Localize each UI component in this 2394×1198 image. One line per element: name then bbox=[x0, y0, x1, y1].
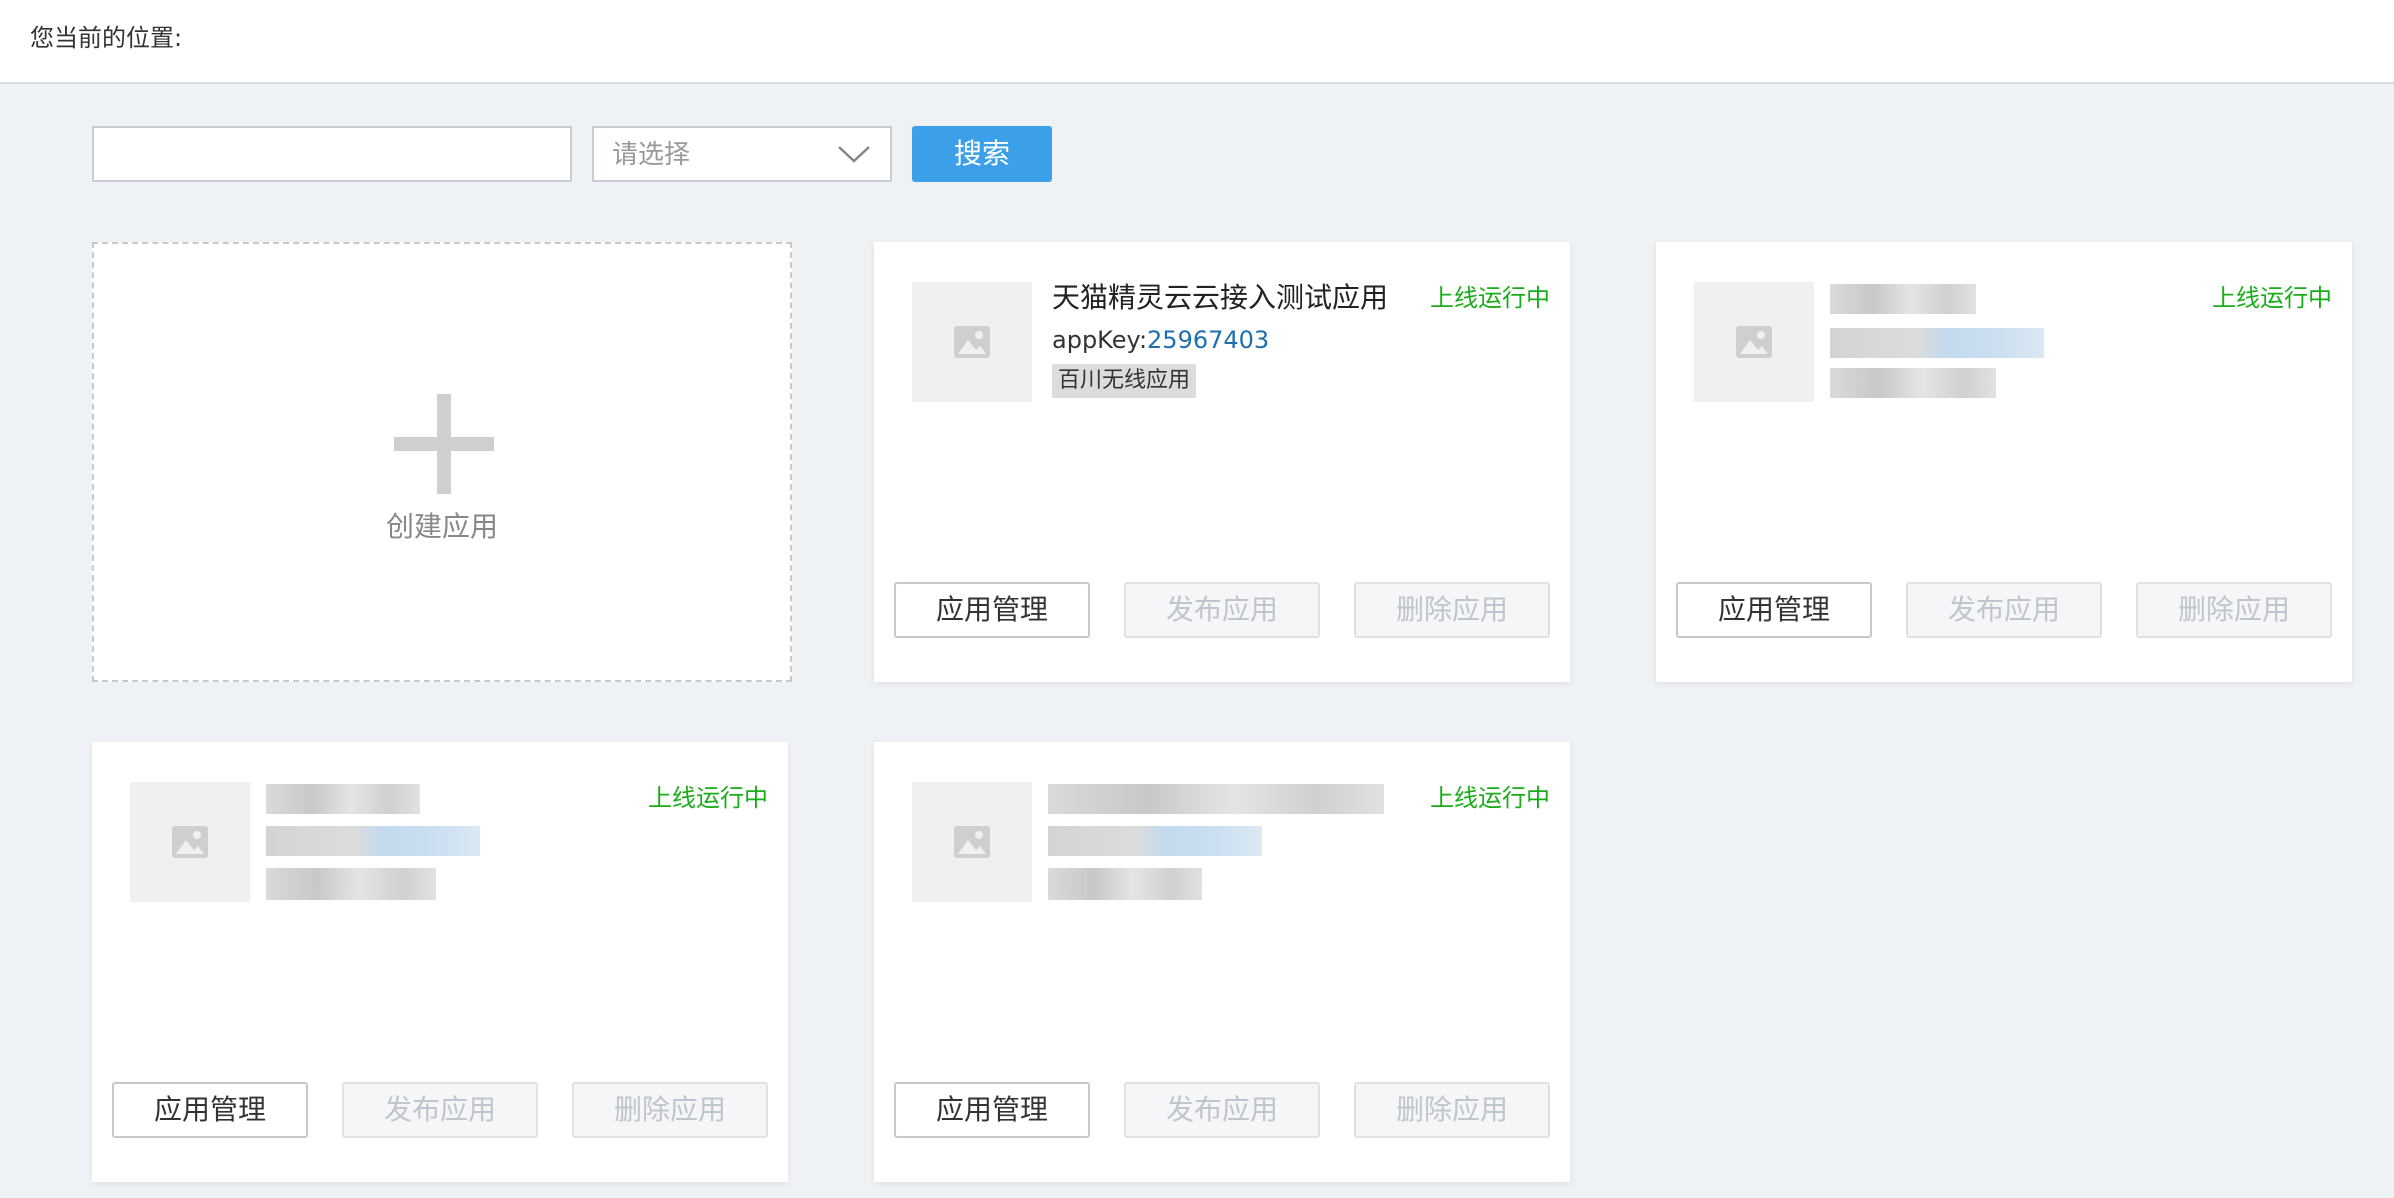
app-card: 上线运行中 应用管理 发布应用 删除应用 bbox=[874, 742, 1570, 1182]
app-card: 天猫精灵云云接入测试应用 appKey:25967403 百川无线应用 上线运行… bbox=[874, 242, 1570, 682]
status-badge: 上线运行中 bbox=[1430, 284, 1550, 312]
create-app-label: 创建应用 bbox=[385, 510, 498, 543]
app-thumbnail bbox=[1694, 282, 1814, 402]
app-key-label: appKey: bbox=[1052, 326, 1148, 354]
image-placeholder-icon bbox=[172, 826, 208, 858]
status-badge: 上线运行中 bbox=[1430, 784, 1550, 812]
publish-app-button[interactable]: 发布应用 bbox=[342, 1082, 538, 1138]
app-card: 上线运行中 应用管理 发布应用 删除应用 bbox=[92, 742, 788, 1182]
redacted-app-name bbox=[266, 784, 420, 814]
image-placeholder-icon bbox=[954, 826, 990, 858]
search-input[interactable] bbox=[92, 126, 572, 182]
manage-app-button[interactable]: 应用管理 bbox=[894, 582, 1090, 638]
redacted-app-name bbox=[1048, 784, 1384, 814]
category-select[interactable]: 请选择 bbox=[592, 126, 892, 182]
top-bar: 您当前的位置: bbox=[0, 0, 2394, 84]
image-placeholder-icon bbox=[954, 326, 990, 358]
plus-icon bbox=[394, 437, 494, 451]
redacted-app-key bbox=[266, 826, 480, 856]
delete-app-button[interactable]: 删除应用 bbox=[572, 1082, 768, 1138]
redacted-app-name bbox=[1830, 284, 1976, 314]
app-thumbnail bbox=[912, 782, 1032, 902]
search-button[interactable]: 搜索 bbox=[912, 126, 1052, 182]
redacted-app-key bbox=[1830, 328, 2044, 358]
delete-app-button[interactable]: 删除应用 bbox=[2136, 582, 2332, 638]
publish-app-button[interactable]: 发布应用 bbox=[1124, 1082, 1320, 1138]
delete-app-button[interactable]: 删除应用 bbox=[1354, 582, 1550, 638]
redacted-app-tag bbox=[266, 868, 436, 900]
app-key: appKey:25967403 bbox=[1052, 324, 1269, 356]
app-name: 天猫精灵云云接入测试应用 bbox=[1052, 281, 1389, 314]
status-badge: 上线运行中 bbox=[2212, 284, 2332, 312]
manage-app-button[interactable]: 应用管理 bbox=[894, 1082, 1090, 1138]
app-key-value: 25967403 bbox=[1147, 326, 1270, 354]
breadcrumb: 您当前的位置: bbox=[30, 24, 183, 52]
image-placeholder-icon bbox=[1736, 326, 1772, 358]
status-badge: 上线运行中 bbox=[648, 784, 768, 812]
select-placeholder: 请选择 bbox=[612, 140, 691, 170]
app-type-tag: 百川无线应用 bbox=[1052, 364, 1197, 398]
manage-app-button[interactable]: 应用管理 bbox=[112, 1082, 308, 1138]
app-thumbnail bbox=[912, 282, 1032, 402]
publish-app-button[interactable]: 发布应用 bbox=[1906, 582, 2102, 638]
redacted-app-key bbox=[1048, 826, 1262, 856]
redacted-app-tag bbox=[1048, 868, 1202, 900]
manage-app-button[interactable]: 应用管理 bbox=[1676, 582, 1872, 638]
chevron-down-icon bbox=[838, 146, 870, 163]
app-card: 上线运行中 应用管理 发布应用 删除应用 bbox=[1656, 242, 2352, 682]
app-thumbnail bbox=[130, 782, 250, 902]
delete-app-button[interactable]: 删除应用 bbox=[1354, 1082, 1550, 1138]
create-app-card[interactable]: 创建应用 bbox=[92, 242, 792, 682]
redacted-app-tag bbox=[1830, 368, 1996, 398]
publish-app-button[interactable]: 发布应用 bbox=[1124, 582, 1320, 638]
